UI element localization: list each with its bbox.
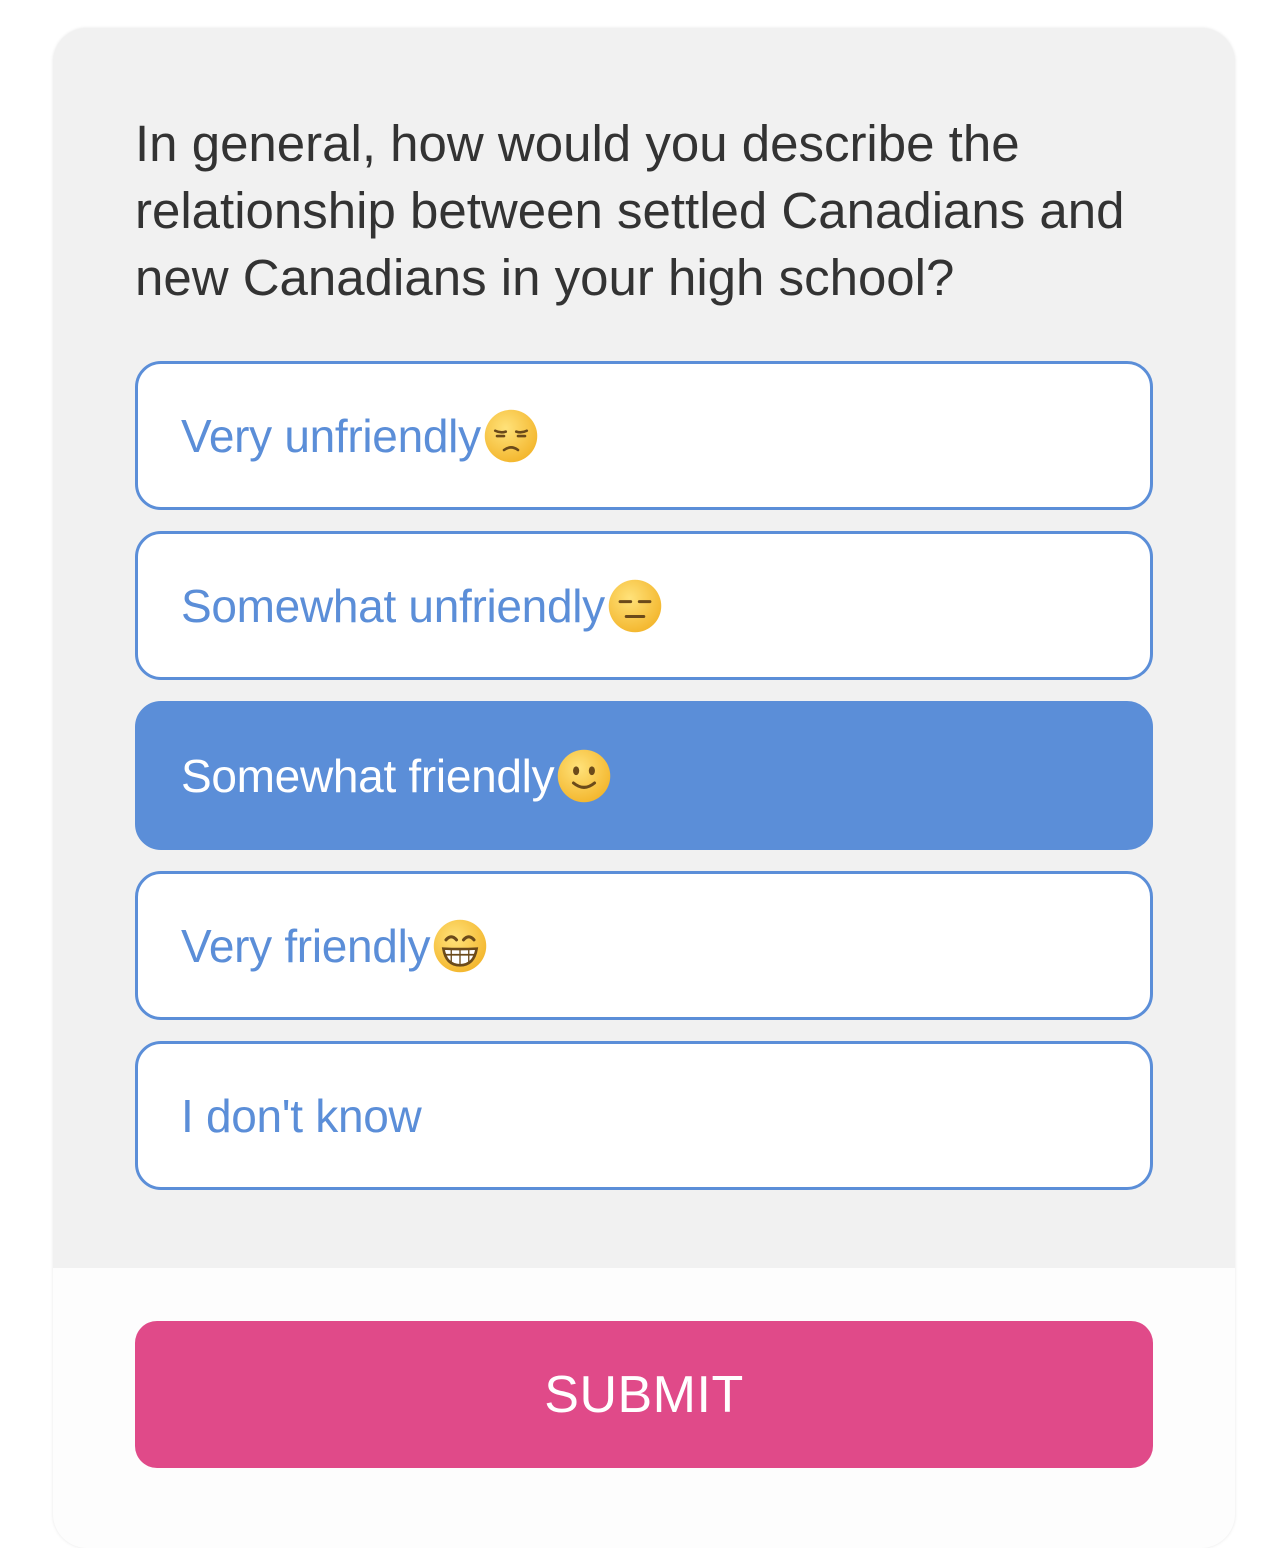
answer-options: Very unfriendly Somewhat unfriendly Some… (135, 361, 1153, 1211)
grinning-face-icon (433, 919, 487, 972)
option-somewhat-friendly[interactable]: Somewhat friendly (135, 701, 1153, 850)
option-somewhat-unfriendly[interactable]: Somewhat unfriendly (135, 531, 1153, 680)
option-very-unfriendly[interactable]: Very unfriendly (135, 361, 1153, 510)
option-very-friendly[interactable]: Very friendly (135, 871, 1153, 1020)
option-label: Very friendly (181, 919, 431, 972)
unamused-face-icon (484, 409, 538, 462)
question-text: In general, how would you describe the r… (135, 115, 1125, 306)
survey-card: In general, how would you describe the r… (53, 28, 1235, 1548)
option-label: Somewhat friendly (181, 749, 555, 802)
slightly-smiling-face-icon (558, 749, 611, 802)
option-label: I don't know (181, 1089, 422, 1142)
submit-button[interactable]: SUBMIT (135, 1321, 1153, 1468)
option-i-dont-know[interactable]: I don't know (135, 1041, 1153, 1190)
option-label: Very unfriendly (181, 409, 481, 462)
option-label: Somewhat unfriendly (181, 579, 605, 632)
expressionless-face-icon (608, 579, 662, 632)
form-footer: SUBMIT (53, 1268, 1235, 1548)
